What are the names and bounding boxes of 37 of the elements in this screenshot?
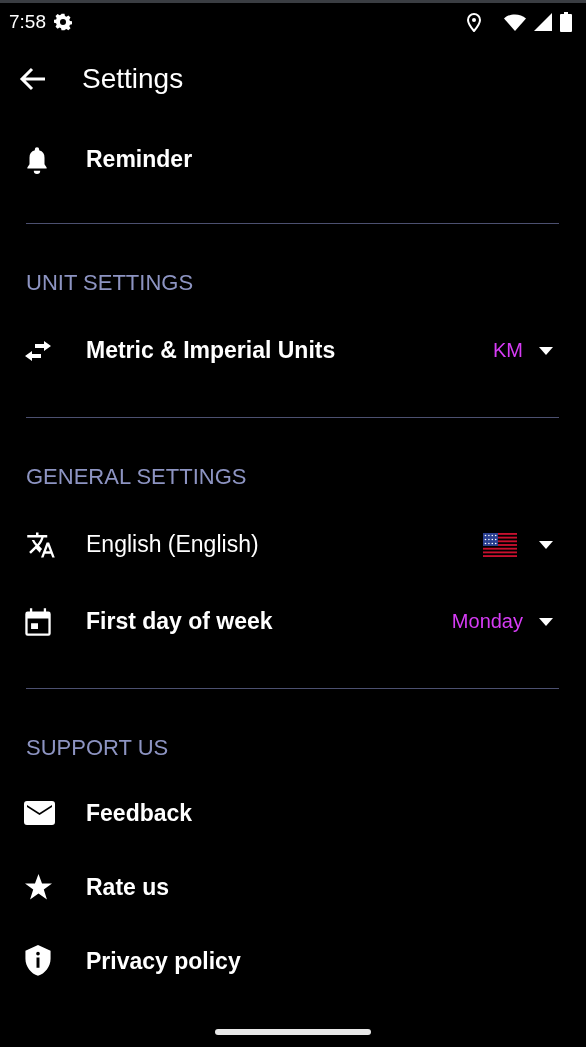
item-label: First day of week bbox=[86, 608, 273, 635]
wifi-icon bbox=[504, 13, 526, 31]
gear-icon bbox=[54, 13, 72, 31]
setting-value: KM bbox=[493, 339, 523, 362]
setting-value: Monday bbox=[451, 610, 523, 633]
item-label: English (English) bbox=[86, 531, 259, 558]
section-header: UNIT SETTINGS bbox=[26, 269, 195, 297]
settings-item[interactable]: Feedback bbox=[0, 776, 586, 850]
signal-icon bbox=[534, 13, 552, 31]
settings-item[interactable]: Privacy policy bbox=[0, 924, 586, 998]
caret-icon bbox=[539, 540, 553, 549]
bell-icon bbox=[24, 144, 50, 175]
item-label: Rate us bbox=[86, 873, 170, 901]
settings-item[interactable]: First day of week Monday bbox=[0, 583, 586, 660]
settings-item[interactable]: Rate us bbox=[0, 850, 586, 924]
settings-item[interactable]: Metric & Imperial Units KM bbox=[0, 312, 586, 389]
section-header: GENERAL SETTINGS bbox=[26, 463, 248, 491]
caret-icon bbox=[539, 617, 553, 626]
item-label: Privacy policy bbox=[86, 947, 241, 975]
star-icon bbox=[24, 873, 53, 901]
settings-item[interactable]: English (English) bbox=[0, 506, 586, 583]
mail-icon bbox=[24, 801, 55, 825]
caret-icon bbox=[539, 346, 553, 355]
screen-title: Settings bbox=[82, 63, 184, 95]
shield-info-icon bbox=[24, 945, 52, 977]
item-label: Feedback bbox=[86, 799, 193, 827]
swap-arrows-icon bbox=[24, 339, 52, 362]
item-label: Reminder bbox=[86, 146, 193, 173]
back-button[interactable] bbox=[19, 67, 47, 91]
battery-icon bbox=[560, 12, 572, 32]
item-label: Metric & Imperial Units bbox=[86, 337, 336, 364]
settings-item[interactable]: Reminder bbox=[0, 121, 586, 198]
status-time: 7:58 bbox=[9, 11, 46, 33]
section-header: SUPPORT US bbox=[26, 734, 170, 762]
location-icon bbox=[466, 12, 482, 32]
calendar-icon bbox=[24, 606, 52, 637]
us-flag-icon bbox=[483, 532, 517, 557]
